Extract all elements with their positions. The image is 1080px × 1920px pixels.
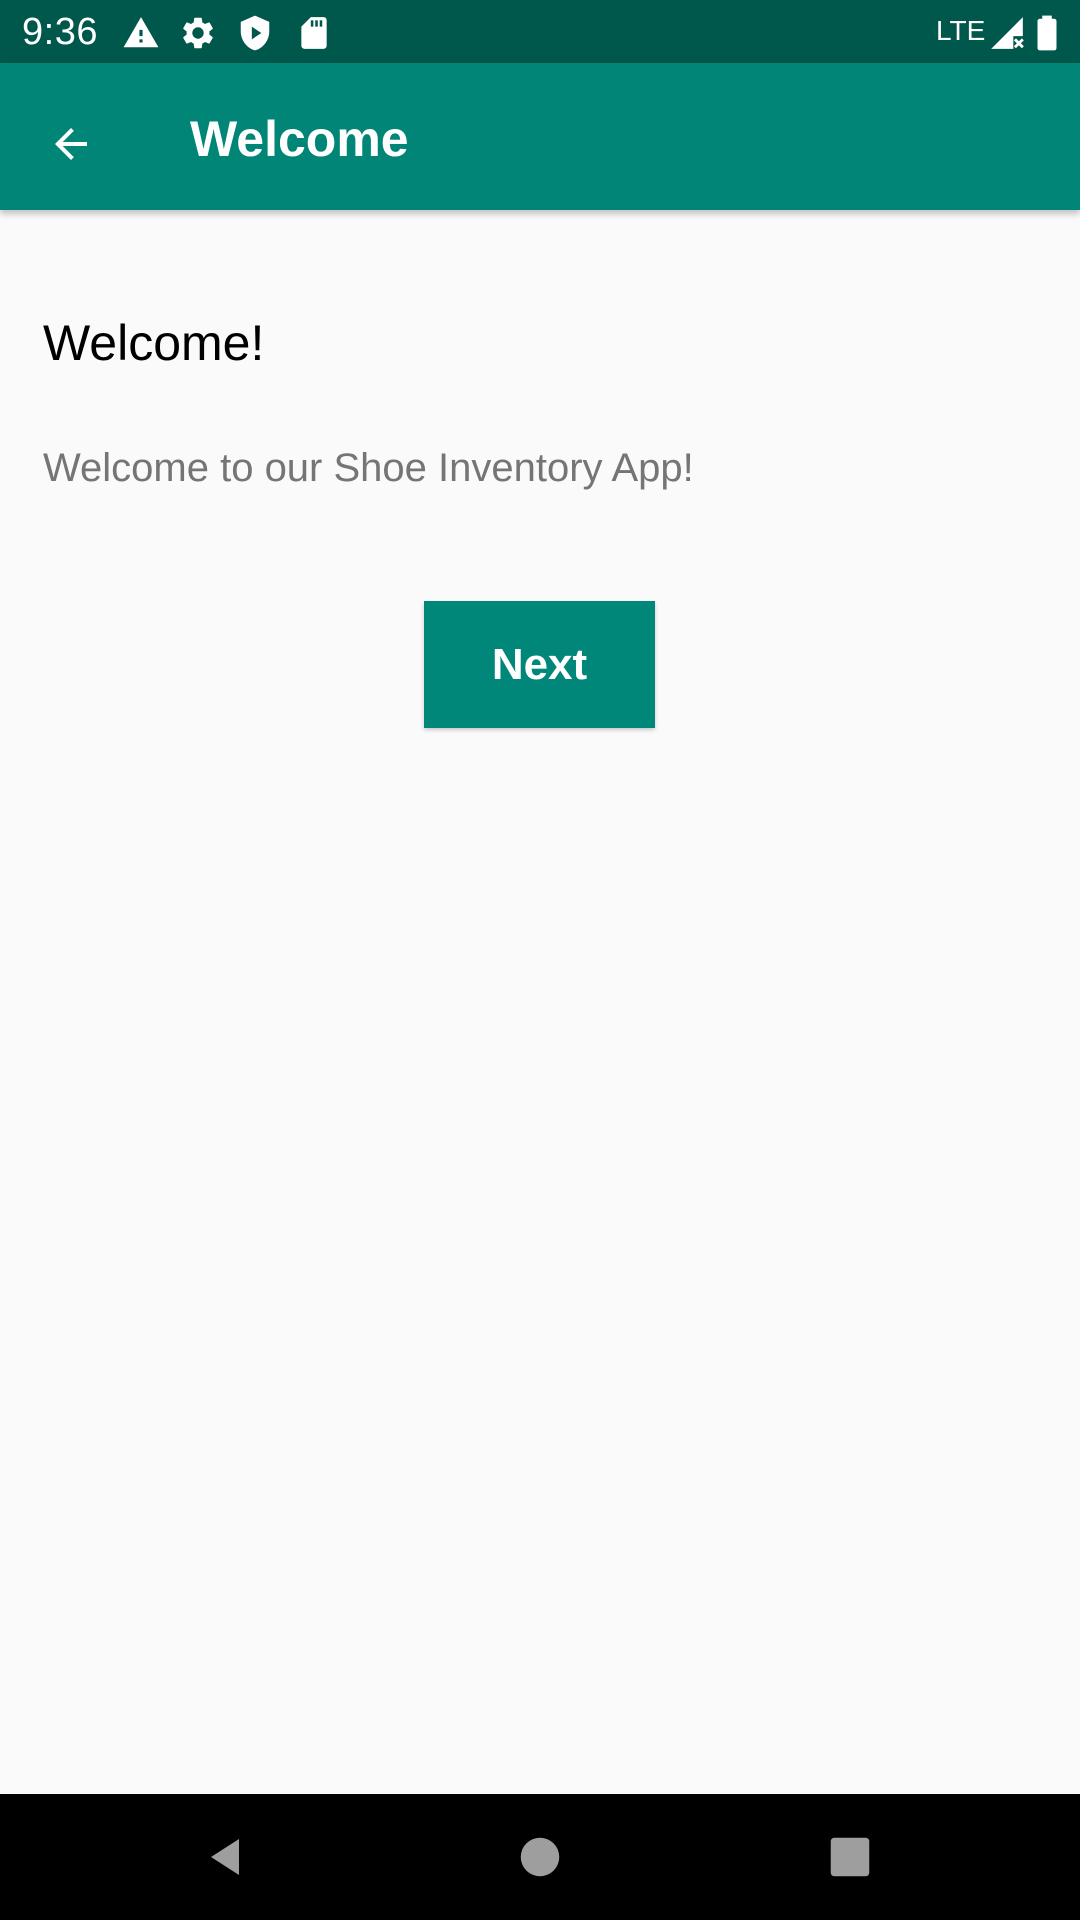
app-bar-title: Welcome (190, 111, 409, 167)
app-bar: Welcome (0, 63, 1080, 210)
nav-home-button[interactable] (507, 1824, 573, 1890)
welcome-heading: Welcome! (43, 315, 265, 371)
settings-gear-icon (183, 17, 213, 49)
signal-icon (991, 17, 1024, 49)
status-time: 9:36 (22, 11, 98, 53)
play-shield-icon (240, 15, 270, 51)
back-triangle-icon (211, 1839, 239, 1875)
welcome-message: Welcome to our Shoe Inventory App! (43, 446, 694, 490)
navigation-bar (0, 1794, 1080, 1920)
back-button[interactable] (36, 109, 106, 179)
status-bar: 9:36 LTE (0, 0, 1080, 63)
next-button[interactable]: Next (424, 601, 655, 728)
warning-icon (123, 17, 159, 48)
home-circle-icon (520, 1837, 560, 1877)
sd-card-icon (301, 17, 327, 49)
nav-back-button[interactable] (192, 1824, 258, 1890)
nav-recents-button[interactable] (817, 1824, 883, 1890)
network-type-label: LTE (936, 15, 986, 46)
battery-icon (1037, 15, 1057, 51)
recents-square-icon (830, 1837, 870, 1877)
arrow-back-icon (55, 128, 87, 160)
